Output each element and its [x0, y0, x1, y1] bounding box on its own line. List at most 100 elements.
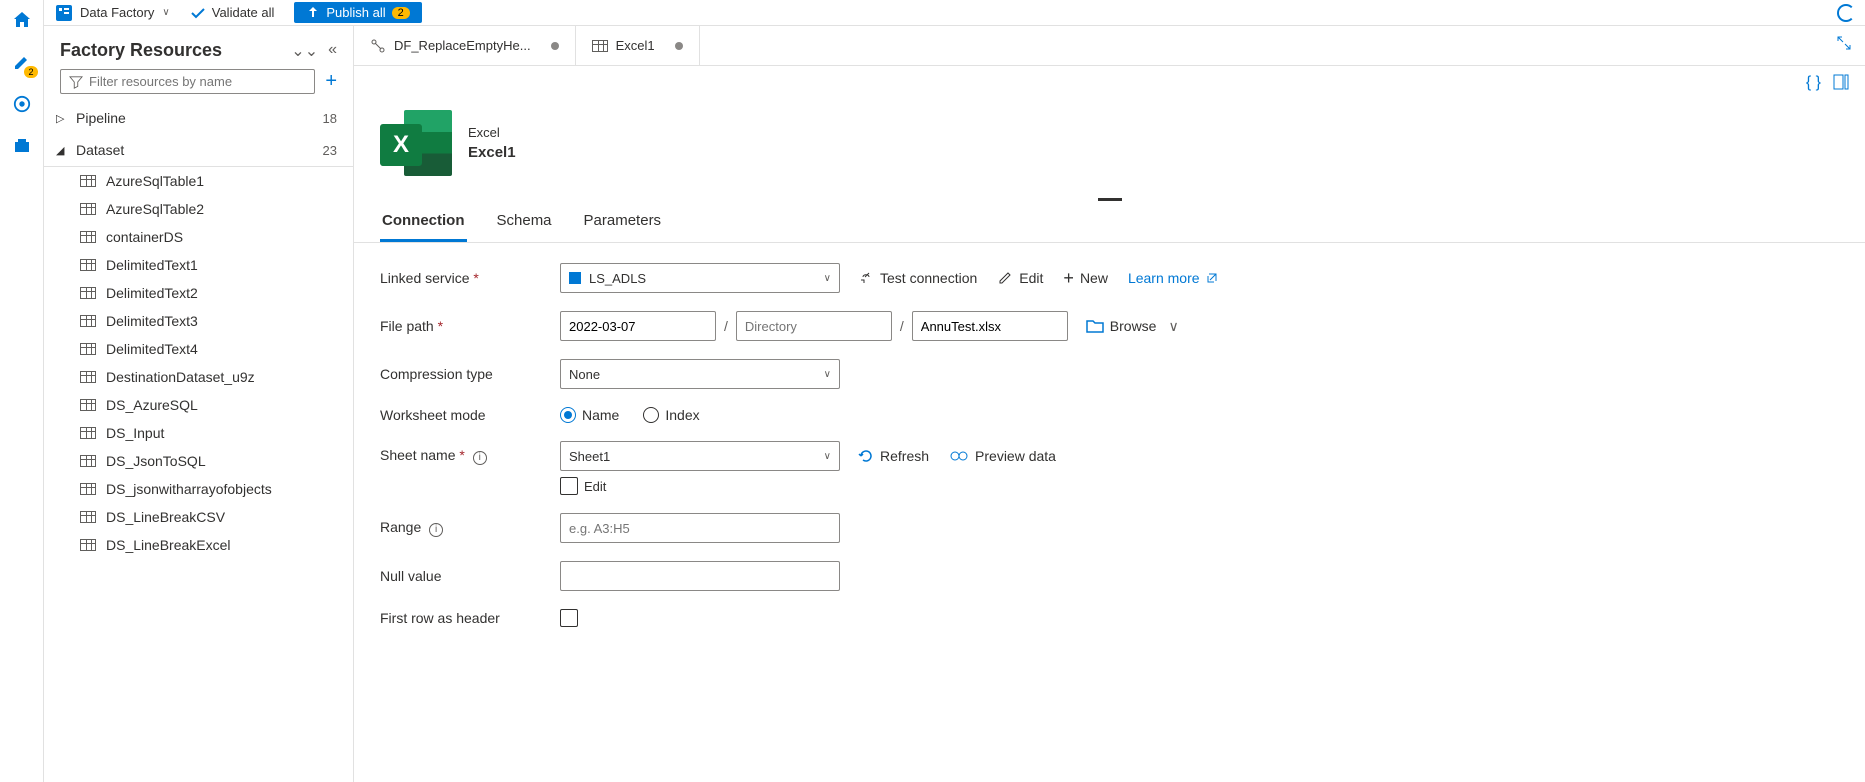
- info-icon[interactable]: i: [429, 523, 443, 537]
- dataset-header: X Excel Excel1: [354, 100, 1865, 196]
- tab-connection[interactable]: Connection: [380, 202, 467, 242]
- validate-all-button[interactable]: Validate all: [190, 5, 275, 21]
- home-icon[interactable]: [8, 6, 36, 34]
- chevron-down-icon: ∨: [824, 273, 831, 284]
- tab-dataset[interactable]: Excel1: [576, 26, 700, 65]
- dataset-item-label: DelimitedText1: [106, 257, 198, 273]
- table-icon: [80, 175, 96, 187]
- learn-more-link[interactable]: Learn more: [1128, 270, 1218, 286]
- range-input[interactable]: [560, 513, 840, 543]
- first-row-header-checkbox[interactable]: [560, 609, 578, 627]
- publish-count-badge: 2: [392, 7, 410, 19]
- edit-button[interactable]: Edit: [997, 270, 1043, 286]
- dataset-item-label: DestinationDataset_u9z: [106, 369, 255, 385]
- dataset-item[interactable]: DS_Input: [44, 419, 353, 447]
- section-count: 23: [323, 143, 337, 158]
- dataset-item-label: DS_Input: [106, 425, 164, 441]
- dataset-item[interactable]: DelimitedText2: [44, 279, 353, 307]
- null-value-label: Null value: [380, 568, 560, 584]
- sheet-name-select[interactable]: Sheet1 ∨: [560, 441, 840, 471]
- dataset-item-label: DelimitedText2: [106, 285, 198, 301]
- loading-spinner-icon: [1837, 4, 1855, 22]
- expand-icon[interactable]: [1837, 36, 1851, 50]
- dataset-item[interactable]: containerDS: [44, 223, 353, 251]
- filter-input[interactable]: [89, 74, 306, 89]
- refresh-button[interactable]: Refresh: [858, 448, 929, 464]
- preview-data-button[interactable]: Preview data: [949, 448, 1056, 464]
- left-rail: 2: [0, 0, 44, 782]
- container-input[interactable]: [560, 311, 716, 341]
- json-view-button[interactable]: { }: [1806, 74, 1821, 92]
- dataset-item[interactable]: DelimitedText4: [44, 335, 353, 363]
- editor-tabs: DF_ReplaceEmptyHe... Excel1: [354, 26, 1865, 66]
- sheet-name-value: Sheet1: [569, 449, 610, 464]
- chevrons-down-icon[interactable]: ⌄⌄: [291, 41, 318, 61]
- table-icon: [80, 371, 96, 383]
- tab-parameters[interactable]: Parameters: [582, 202, 664, 242]
- file-input[interactable]: [912, 311, 1068, 341]
- properties-button[interactable]: [1833, 74, 1849, 92]
- collapse-panel-icon[interactable]: «: [328, 41, 337, 61]
- filter-input-wrapper[interactable]: [60, 69, 315, 94]
- section-label: Pipeline: [76, 110, 126, 126]
- linked-service-select[interactable]: LS_ADLS ∨: [560, 263, 840, 293]
- tree-section-dataset[interactable]: ◢Dataset 23: [44, 134, 353, 167]
- null-value-input[interactable]: [560, 561, 840, 591]
- browse-button[interactable]: Browse: [1086, 318, 1157, 334]
- new-button[interactable]: + New: [1063, 270, 1108, 286]
- info-icon[interactable]: i: [473, 451, 487, 465]
- dataset-item-label: DS_JsonToSQL: [106, 453, 206, 469]
- radio-index-label: Index: [665, 407, 699, 423]
- table-icon: [80, 203, 96, 215]
- linked-service-label: Linked service: [380, 270, 470, 286]
- breadcrumb-label: Data Factory: [80, 5, 154, 20]
- browse-dropdown[interactable]: ∨: [1168, 318, 1178, 335]
- file-path-label: File path: [380, 318, 434, 334]
- chevron-down-icon: ∨: [824, 451, 831, 462]
- edit-checkbox[interactable]: [560, 477, 578, 495]
- chevron-down-icon: ∨: [162, 7, 169, 18]
- monitor-icon[interactable]: [8, 90, 36, 118]
- dataset-item[interactable]: DelimitedText1: [44, 251, 353, 279]
- dataset-item[interactable]: DS_JsonToSQL: [44, 447, 353, 475]
- radio-index[interactable]: Index: [643, 407, 699, 423]
- section-count: 18: [323, 111, 337, 126]
- breadcrumb[interactable]: Data Factory ∨: [56, 5, 170, 21]
- compression-select[interactable]: None ∨: [560, 359, 840, 389]
- table-icon: [80, 511, 96, 523]
- editor-pane: DF_ReplaceEmptyHe... Excel1 { }: [354, 26, 1865, 782]
- radio-name[interactable]: Name: [560, 407, 619, 423]
- dataset-item[interactable]: DS_LineBreakExcel: [44, 531, 353, 559]
- dataset-item[interactable]: DS_AzureSQL: [44, 391, 353, 419]
- dataset-item[interactable]: DelimitedText3: [44, 307, 353, 335]
- dataset-item-label: DelimitedText3: [106, 313, 198, 329]
- path-separator: /: [900, 318, 904, 334]
- test-connection-button[interactable]: Test connection: [858, 270, 977, 286]
- tab-label: DF_ReplaceEmptyHe...: [394, 38, 531, 53]
- dataset-item-label: DS_LineBreakExcel: [106, 537, 231, 553]
- tab-schema[interactable]: Schema: [495, 202, 554, 242]
- edit-label: Edit: [1019, 270, 1043, 286]
- refresh-label: Refresh: [880, 448, 929, 464]
- dataset-item[interactable]: DestinationDataset_u9z: [44, 363, 353, 391]
- author-icon[interactable]: 2: [8, 48, 36, 76]
- tree-section-pipeline[interactable]: ▷Pipeline 18: [44, 102, 353, 134]
- add-resource-button[interactable]: +: [325, 70, 337, 93]
- publish-all-button[interactable]: Publish all 2: [294, 2, 421, 23]
- dataset-item[interactable]: AzureSqlTable1: [44, 167, 353, 195]
- dataset-item[interactable]: DS_LineBreakCSV: [44, 503, 353, 531]
- resource-tree: ▷Pipeline 18 ◢Dataset 23 AzureSqlTable1 A…: [44, 102, 353, 782]
- table-icon: [80, 399, 96, 411]
- compression-value: None: [569, 367, 600, 382]
- dataset-item[interactable]: DS_jsonwitharrayofobjects: [44, 475, 353, 503]
- tab-dataflow[interactable]: DF_ReplaceEmptyHe...: [354, 26, 576, 65]
- radio-name-label: Name: [582, 407, 619, 423]
- range-label: Range: [380, 519, 421, 535]
- dataset-item-label: AzureSqlTable1: [106, 173, 204, 189]
- author-badge: 2: [24, 66, 37, 78]
- dataset-item-label: AzureSqlTable2: [106, 201, 204, 217]
- tab-label: Excel1: [616, 38, 655, 53]
- directory-input[interactable]: [736, 311, 892, 341]
- manage-icon[interactable]: [8, 132, 36, 160]
- dataset-item[interactable]: AzureSqlTable2: [44, 195, 353, 223]
